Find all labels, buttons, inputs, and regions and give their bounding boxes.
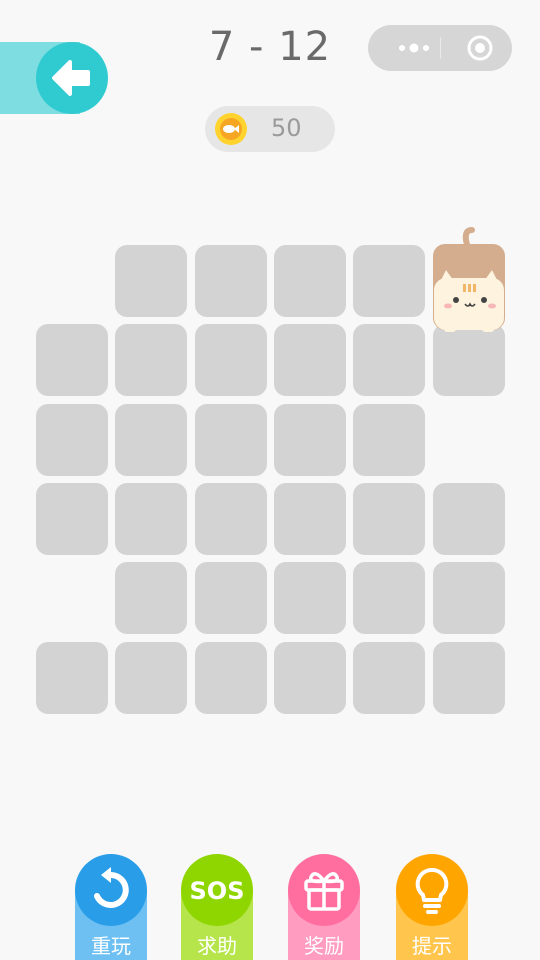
close-button[interactable] [460,25,500,71]
board-tile[interactable] [195,642,267,714]
fish-coin-icon [215,113,247,145]
board-tile[interactable] [274,642,346,714]
hint-button-cap [396,854,468,926]
board-tile[interactable] [433,324,505,396]
replay-icon [94,867,129,908]
hint-label: 提示 [412,934,452,958]
board-tile[interactable] [195,562,267,634]
board-tile[interactable] [115,245,187,317]
board-tile[interactable] [115,642,187,714]
board-tile[interactable] [433,642,505,714]
board-tile[interactable] [274,324,346,396]
board-tile[interactable] [36,404,108,476]
board-tile[interactable] [353,642,425,714]
board-tile[interactable] [274,404,346,476]
sos-button-cap: SOS [181,854,253,926]
hint-button[interactable]: 提示 [396,854,468,960]
coin-counter: 50 [205,106,335,152]
bulb-icon [415,867,449,914]
reward-button[interactable]: 奖励 [288,854,360,960]
board-tile[interactable] [433,562,505,634]
replay-label: 重玩 [91,934,131,958]
cat-icon [433,227,505,332]
board-tile[interactable] [353,404,425,476]
help-label: 求助 [197,934,237,958]
board-tile[interactable] [36,324,108,396]
board-tile[interactable] [195,324,267,396]
board-tile[interactable] [36,642,108,714]
cat-player[interactable] [432,226,506,332]
target-circle-icon [467,35,493,61]
more-dots-icon [399,43,429,53]
board-tile[interactable] [353,324,425,396]
board-tile[interactable] [195,245,267,317]
svg-text:SOS: SOS [190,877,245,905]
board-tile[interactable] [353,245,425,317]
board-tile[interactable] [353,483,425,555]
more-button[interactable] [386,25,442,71]
board-tile[interactable] [36,483,108,555]
capsule-divider [440,37,441,59]
board-tile[interactable] [274,483,346,555]
replay-button-cap [75,854,147,926]
board-tile[interactable] [274,245,346,317]
board-tile[interactable] [115,483,187,555]
menu-capsule [368,25,512,71]
reward-button-cap [288,854,360,926]
board-tile[interactable] [274,562,346,634]
board-tile[interactable] [195,404,267,476]
board-tile[interactable] [353,562,425,634]
coin-count: 50 [271,114,302,142]
sos-icon: SOS [190,877,245,905]
board-tile[interactable] [115,562,187,634]
sos-button[interactable]: SOS 求助 [181,854,253,960]
board-tile[interactable] [115,324,187,396]
board-tile[interactable] [115,404,187,476]
replay-button[interactable]: 重玩 [75,854,147,960]
board-tile[interactable] [433,483,505,555]
reward-label: 奖励 [304,934,344,958]
board-tile[interactable] [195,483,267,555]
gift-icon [304,872,344,911]
